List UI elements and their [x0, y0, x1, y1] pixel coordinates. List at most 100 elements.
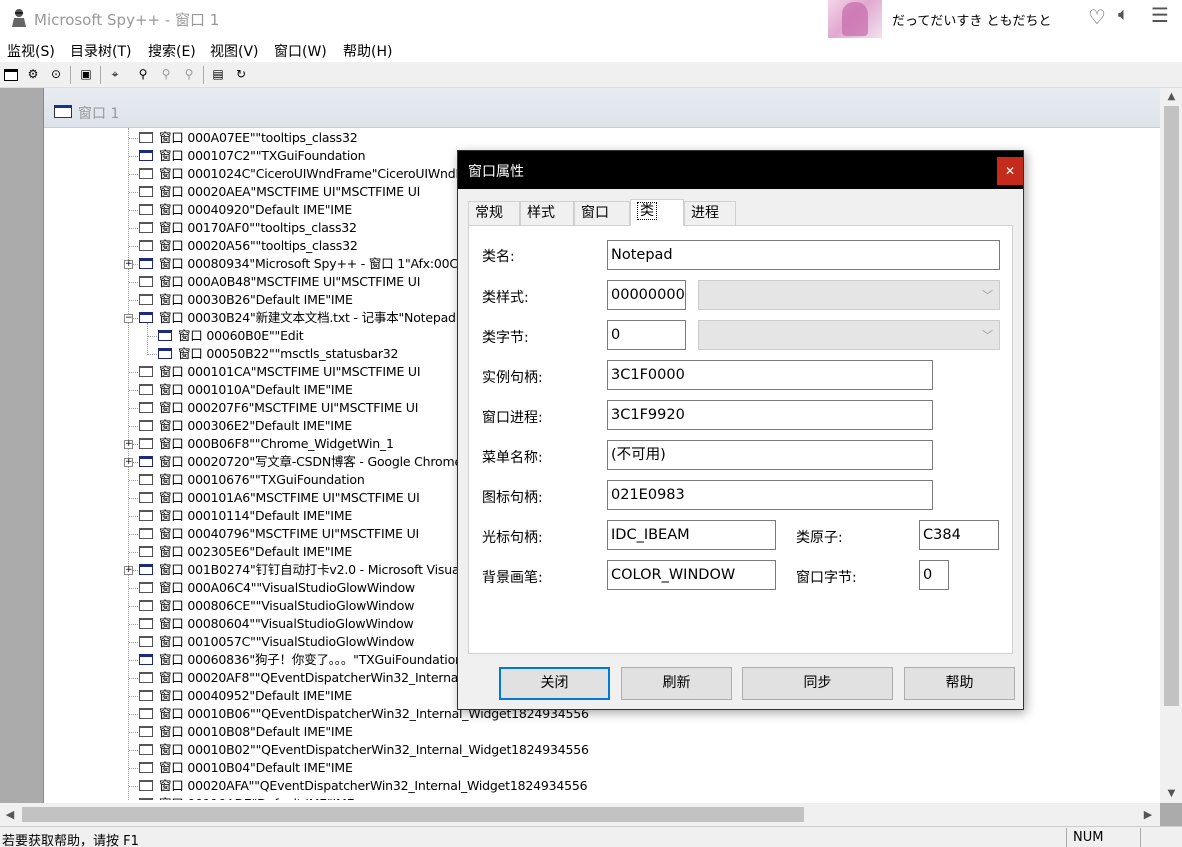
tree-item[interactable]: 窗口 00030B26"Default IME"IME — [139, 291, 353, 309]
tab-window[interactable]: 窗口 — [574, 201, 630, 225]
refresh-icon[interactable]: ↻ — [233, 66, 249, 82]
tree-item-label: 窗口 00030B24"新建文本文档.txt - 记事本"Notepad — [159, 310, 456, 325]
close-icon[interactable]: ✕ — [997, 157, 1023, 185]
find-prev-icon[interactable]: ⚲ — [181, 66, 197, 82]
binoculars-icon[interactable]: ⚲ — [135, 66, 151, 82]
window-icon — [139, 582, 153, 593]
close-button[interactable]: 关闭 — [499, 667, 610, 700]
tree-item[interactable]: 窗口 00110ADE"Default IME"IME — [139, 795, 354, 800]
vertical-scrollbar[interactable]: ▲ ▼ — [1160, 88, 1182, 803]
heart-icon[interactable]: ♡ — [1088, 5, 1106, 29]
tree-item[interactable]: 窗口 000207F6"MSCTFIME UI"MSCTFIME UI — [139, 399, 418, 417]
window-icon — [139, 672, 153, 683]
tree-item[interactable]: 窗口 000806CE""VisualStudioGlowWindow — [139, 597, 414, 615]
processes-icon[interactable]: ⚙ — [25, 66, 41, 82]
class-name-field[interactable]: Notepad — [607, 240, 1000, 270]
window-proc-field[interactable]: 3C1F9920 — [607, 400, 933, 430]
tree-item[interactable]: 窗口 000101A6"MSCTFIME UI"MSCTFIME UI — [139, 489, 420, 507]
vertical-scroll-thumb[interactable] — [1164, 106, 1179, 706]
find-next-icon[interactable]: ⚲ — [158, 66, 174, 82]
tree-item[interactable]: 窗口 00080604""VisualStudioGlowWindow — [139, 615, 414, 633]
tree-item[interactable]: 窗口 00060836"狗子！你变了。。。"TXGuiFoundation — [139, 651, 463, 669]
menu-search[interactable]: 搜索(E) — [148, 41, 196, 61]
tab-styles[interactable]: 样式 — [520, 201, 574, 225]
tree-item[interactable]: 窗口 00040920"Default IME"IME — [139, 201, 352, 219]
tree-item[interactable]: 窗口 0010057C""VisualStudioGlowWindow — [139, 633, 415, 651]
tree-item[interactable]: 窗口 00040952"Default IME"IME — [139, 687, 352, 705]
instance-handle-field[interactable]: 3C1F0000 — [607, 360, 933, 390]
tree-item[interactable]: 窗口 000A0B48"MSCTFIME UI"MSCTFIME UI — [139, 273, 420, 291]
tab-general[interactable]: 常规 — [468, 201, 520, 225]
help-button[interactable]: 帮助 — [904, 667, 1015, 700]
status-message: 若要获取帮助，请按 F1 — [2, 834, 139, 847]
tree-item[interactable]: 窗口 00020A56""tooltips_class32 — [139, 237, 358, 255]
refresh-button[interactable]: 刷新 — [621, 667, 732, 700]
tree-item[interactable]: 窗口 00030B24"新建文本文档.txt - 记事本"Notepad — [139, 309, 456, 327]
collapse-icon[interactable]: − — [124, 314, 133, 323]
tree-item[interactable]: 窗口 00040796"MSCTFIME UI"MSCTFIME UI — [139, 525, 419, 543]
tab-process[interactable]: 进程 — [684, 201, 736, 225]
menu-monitor[interactable]: 监视(S) — [7, 41, 55, 61]
toolbar-separator — [100, 66, 101, 84]
tree-item[interactable]: 窗口 00050B22""msctls_statusbar32 — [158, 345, 398, 363]
icon-handle-field[interactable]: 021E0983 — [607, 480, 933, 510]
tree-item[interactable]: 窗口 00060B0E""Edit — [158, 327, 304, 345]
tree-item[interactable]: 窗口 000306E2"Default IME"IME — [139, 417, 352, 435]
menu-view[interactable]: 视图(V) — [210, 41, 259, 61]
horizontal-scrollbar[interactable]: ◀ ▶ — [0, 803, 1160, 826]
tree-connector-line — [129, 750, 138, 751]
menu-tree[interactable]: 目录树(T) — [70, 41, 131, 61]
expand-icon[interactable]: + — [124, 440, 133, 449]
horizontal-scroll-thumb[interactable] — [22, 807, 804, 822]
scroll-right-icon[interactable]: ▶ — [1138, 803, 1158, 826]
windows-icon[interactable] — [4, 69, 18, 81]
tree-item[interactable]: 窗口 000A07EE""tooltips_class32 — [139, 129, 358, 147]
tab-class[interactable]: 类 — [630, 199, 684, 226]
tree-item[interactable]: 窗口 000A06C4""VisualStudioGlowWindow — [139, 579, 415, 597]
window-bytes-field[interactable]: 0 — [919, 560, 949, 590]
find-window-icon[interactable]: ⌖ — [107, 66, 123, 82]
tree-item[interactable]: 窗口 00010676""TXGuiFoundation — [139, 471, 365, 489]
window-icon — [139, 438, 153, 449]
tree-item[interactable]: 窗口 00010114"Default IME"IME — [139, 507, 352, 525]
background-brush-field[interactable]: COLOR_WINDOW — [607, 560, 776, 590]
menu-window[interactable]: 窗口(W) — [274, 41, 327, 61]
window-icon — [139, 222, 153, 233]
tree-item[interactable]: 窗口 0001024C"CiceroUIWndFrame"CiceroUIWnd… — [139, 165, 494, 183]
cursor-handle-field[interactable]: IDC_IBEAM — [607, 520, 776, 550]
media-player-widget[interactable]: だってだいすき ともだちと ♡ 🔈︎ ☰ — [826, 0, 1182, 38]
window-properties-dialog[interactable]: 窗口属性 ✕ 常规 样式 窗口 类 进程 类名: Notepad 类样式: 00… — [457, 150, 1024, 710]
dialog-title-bar[interactable]: 窗口属性 ✕ — [458, 151, 1023, 189]
menu-help[interactable]: 帮助(H) — [343, 41, 392, 61]
sync-button[interactable]: 同步 — [742, 667, 893, 700]
menu-icon[interactable]: ☰ — [1151, 3, 1169, 27]
menu-name-field[interactable]: (不可用) — [607, 440, 933, 470]
scroll-down-icon[interactable]: ▼ — [1160, 785, 1182, 803]
tree-item[interactable]: 窗口 000B06F8""Chrome_WidgetWin_1 — [139, 435, 394, 453]
tree-item[interactable]: 窗口 000107C2""TXGuiFoundation — [139, 147, 366, 165]
tree-item-label: 窗口 00020AEA"MSCTFIME UI"MSCTFIME UI — [159, 184, 421, 199]
tree-item[interactable]: 窗口 00010B08"Default IME"IME — [139, 723, 353, 741]
expand-icon[interactable]: + — [124, 458, 133, 467]
tree-item[interactable]: 窗口 000101CA"MSCTFIME UI"MSCTFIME UI — [139, 363, 421, 381]
child-window-title-bar[interactable]: 窗口 1 — [44, 88, 1182, 128]
tree-item[interactable]: 窗口 00010B04"Default IME"IME — [139, 759, 353, 777]
class-bytes-field[interactable]: 0 — [607, 320, 686, 350]
tree-item[interactable]: 窗口 00020AFA""QEventDispatcherWin32_Inter… — [139, 777, 588, 795]
tree-item[interactable]: 窗口 002305E6"Default IME"IME — [139, 543, 352, 561]
class-style-field[interactable]: 00000000 — [607, 280, 686, 310]
tree-item[interactable]: 窗口 00020AEA"MSCTFIME UI"MSCTFIME UI — [139, 183, 420, 201]
properties-icon[interactable]: ▤ — [210, 66, 226, 82]
tree-item[interactable]: 窗口 00010B02""QEventDispatcherWin32_Inter… — [139, 741, 589, 759]
threads-icon[interactable]: ⊙ — [48, 66, 64, 82]
album-art[interactable] — [828, 0, 882, 38]
scroll-up-icon[interactable]: ▲ — [1160, 88, 1182, 106]
messages-icon[interactable]: ▣ — [78, 66, 94, 82]
expand-icon[interactable]: + — [124, 260, 133, 269]
volume-icon[interactable]: 🔈︎ — [1118, 4, 1129, 25]
scroll-left-icon[interactable]: ◀ — [0, 803, 20, 826]
tree-item[interactable]: 窗口 00170AF0""tooltips_class32 — [139, 219, 357, 237]
class-atom-field[interactable]: C384 — [919, 520, 999, 550]
tree-item[interactable]: 窗口 0001010A"Default IME"IME — [139, 381, 353, 399]
expand-icon[interactable]: + — [124, 566, 133, 575]
